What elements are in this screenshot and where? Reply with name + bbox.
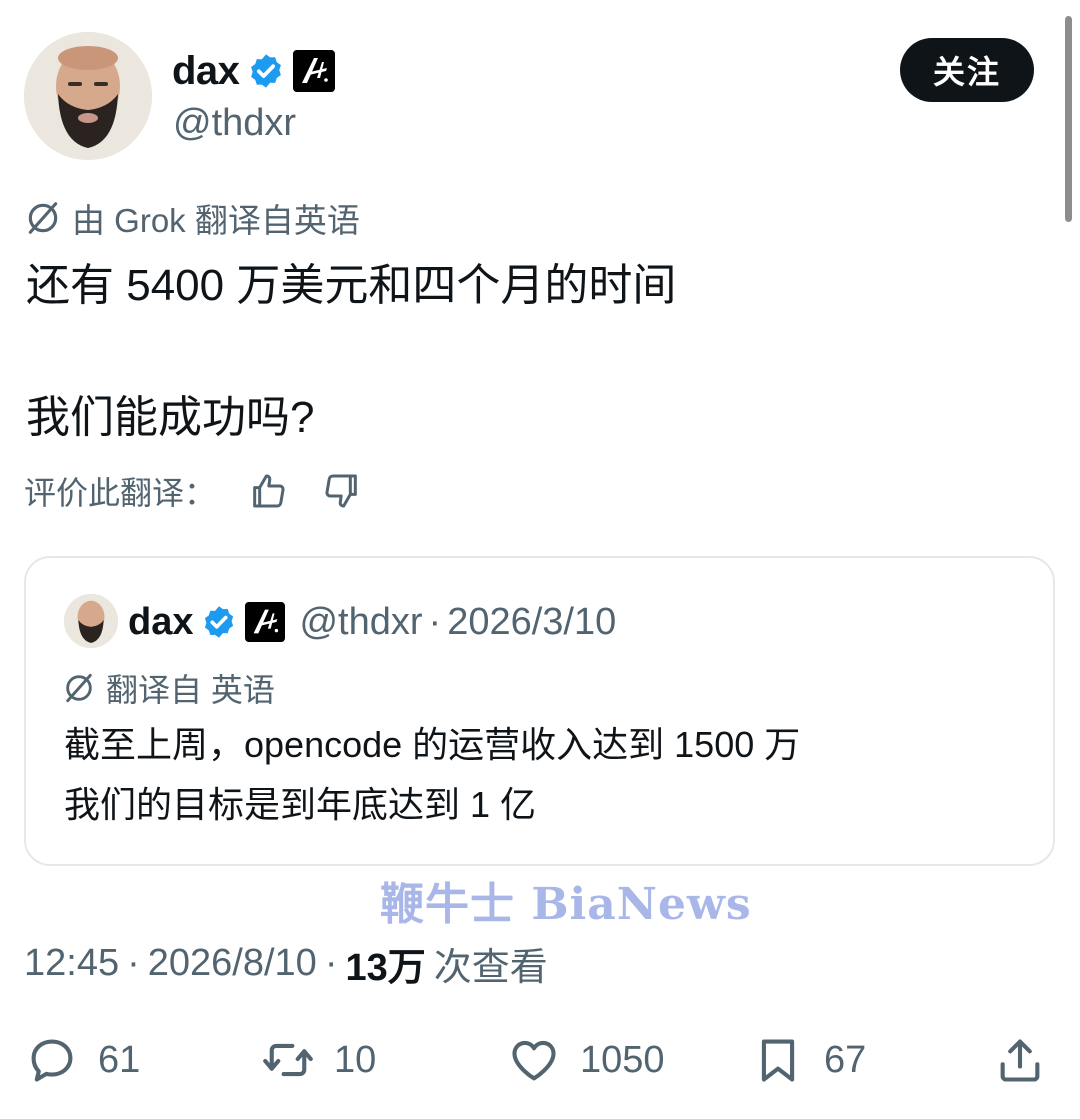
translation-note[interactable]: 由 Grok 翻译自英语 (24, 196, 360, 240)
tweet-meta: 12:45 · 2026/8/10 · 13万 次查看 (24, 936, 548, 990)
tweet-text-line-1: 还有 5400 万美元和四个月的时间 (26, 261, 677, 310)
bookmark-icon (761, 1039, 795, 1082)
tweet-date[interactable]: 2026/8/10 (148, 942, 317, 985)
share-button[interactable] (994, 1030, 1046, 1090)
reply-button[interactable]: 61 (26, 1030, 140, 1090)
retweet-icon (263, 1043, 313, 1077)
thumbs-down-icon[interactable] (322, 471, 362, 511)
verified-badge-icon (251, 54, 282, 88)
thumbs-up-icon[interactable] (248, 471, 288, 511)
follow-button[interactable]: 关注 (900, 38, 1034, 102)
rate-translation-label: 评价此翻译： (24, 475, 217, 511)
quoted-text-line-2: 我们的目标是到年底达到 1 亿 (64, 784, 537, 825)
separator-dot: · (127, 941, 140, 984)
author-handle[interactable]: @thdxr (173, 102, 296, 145)
scrollbar[interactable] (1065, 16, 1072, 222)
bookmark-count: 67 (824, 1038, 867, 1081)
quoted-author-row: dax @thdxr · 2026/3/10 (128, 596, 616, 648)
translate-icon (28, 202, 58, 234)
author-name-row: dax (172, 46, 336, 96)
quoted-display-name: dax (128, 600, 194, 643)
tweet-time[interactable]: 12:45 (24, 942, 119, 985)
reply-count: 61 (98, 1038, 141, 1081)
bookmark-button[interactable]: 67 (752, 1030, 866, 1090)
views-label: 次查看 (433, 946, 548, 989)
affiliate-icon[interactable] (293, 50, 336, 92)
like-icon (512, 1040, 556, 1081)
separator-dot: · (324, 941, 338, 984)
translate-icon (66, 673, 92, 703)
quoted-tweet-card[interactable]: dax @thdxr · 2026/3/10 翻译自 英语 截至上周，openc… (24, 556, 1055, 866)
translation-note-text: 由 Grok 翻译自英语 (72, 202, 360, 239)
retweet-button[interactable]: 10 (262, 1030, 376, 1090)
views-count: 13万 (345, 946, 426, 989)
tweet-text-line-2: 我们能成功吗? (26, 393, 315, 442)
like-count: 1050 (580, 1038, 665, 1081)
tweet-detail-page: dax @thdxr 关注 由 Grok 翻译自英语 还有 5400 万美元和四… (0, 0, 1080, 1119)
retweet-count: 10 (334, 1038, 377, 1081)
quoted-author-avatar (64, 594, 118, 648)
quoted-translation-text: 翻译自 英语 (106, 672, 275, 708)
reply-icon (31, 1039, 73, 1082)
author-display-name[interactable]: dax (172, 49, 240, 94)
quoted-handle: @thdxr (299, 600, 423, 643)
author-avatar[interactable] (24, 32, 152, 160)
like-button[interactable]: 1050 (508, 1030, 665, 1090)
affiliate-icon (245, 602, 286, 642)
quoted-text-line-1: 截至上周，opencode 的运营收入达到 1500 万 (64, 724, 801, 765)
quoted-translation-note: 翻译自 英语 (62, 666, 275, 710)
rate-translation-row: 评价此翻译： (24, 468, 362, 514)
quoted-date: 2026/3/10 (447, 600, 617, 643)
watermark: 鞭牛士 BiaNews (380, 879, 752, 930)
share-icon (1000, 1039, 1040, 1082)
verified-badge-icon (205, 606, 234, 638)
separator-dot: · (428, 600, 442, 643)
